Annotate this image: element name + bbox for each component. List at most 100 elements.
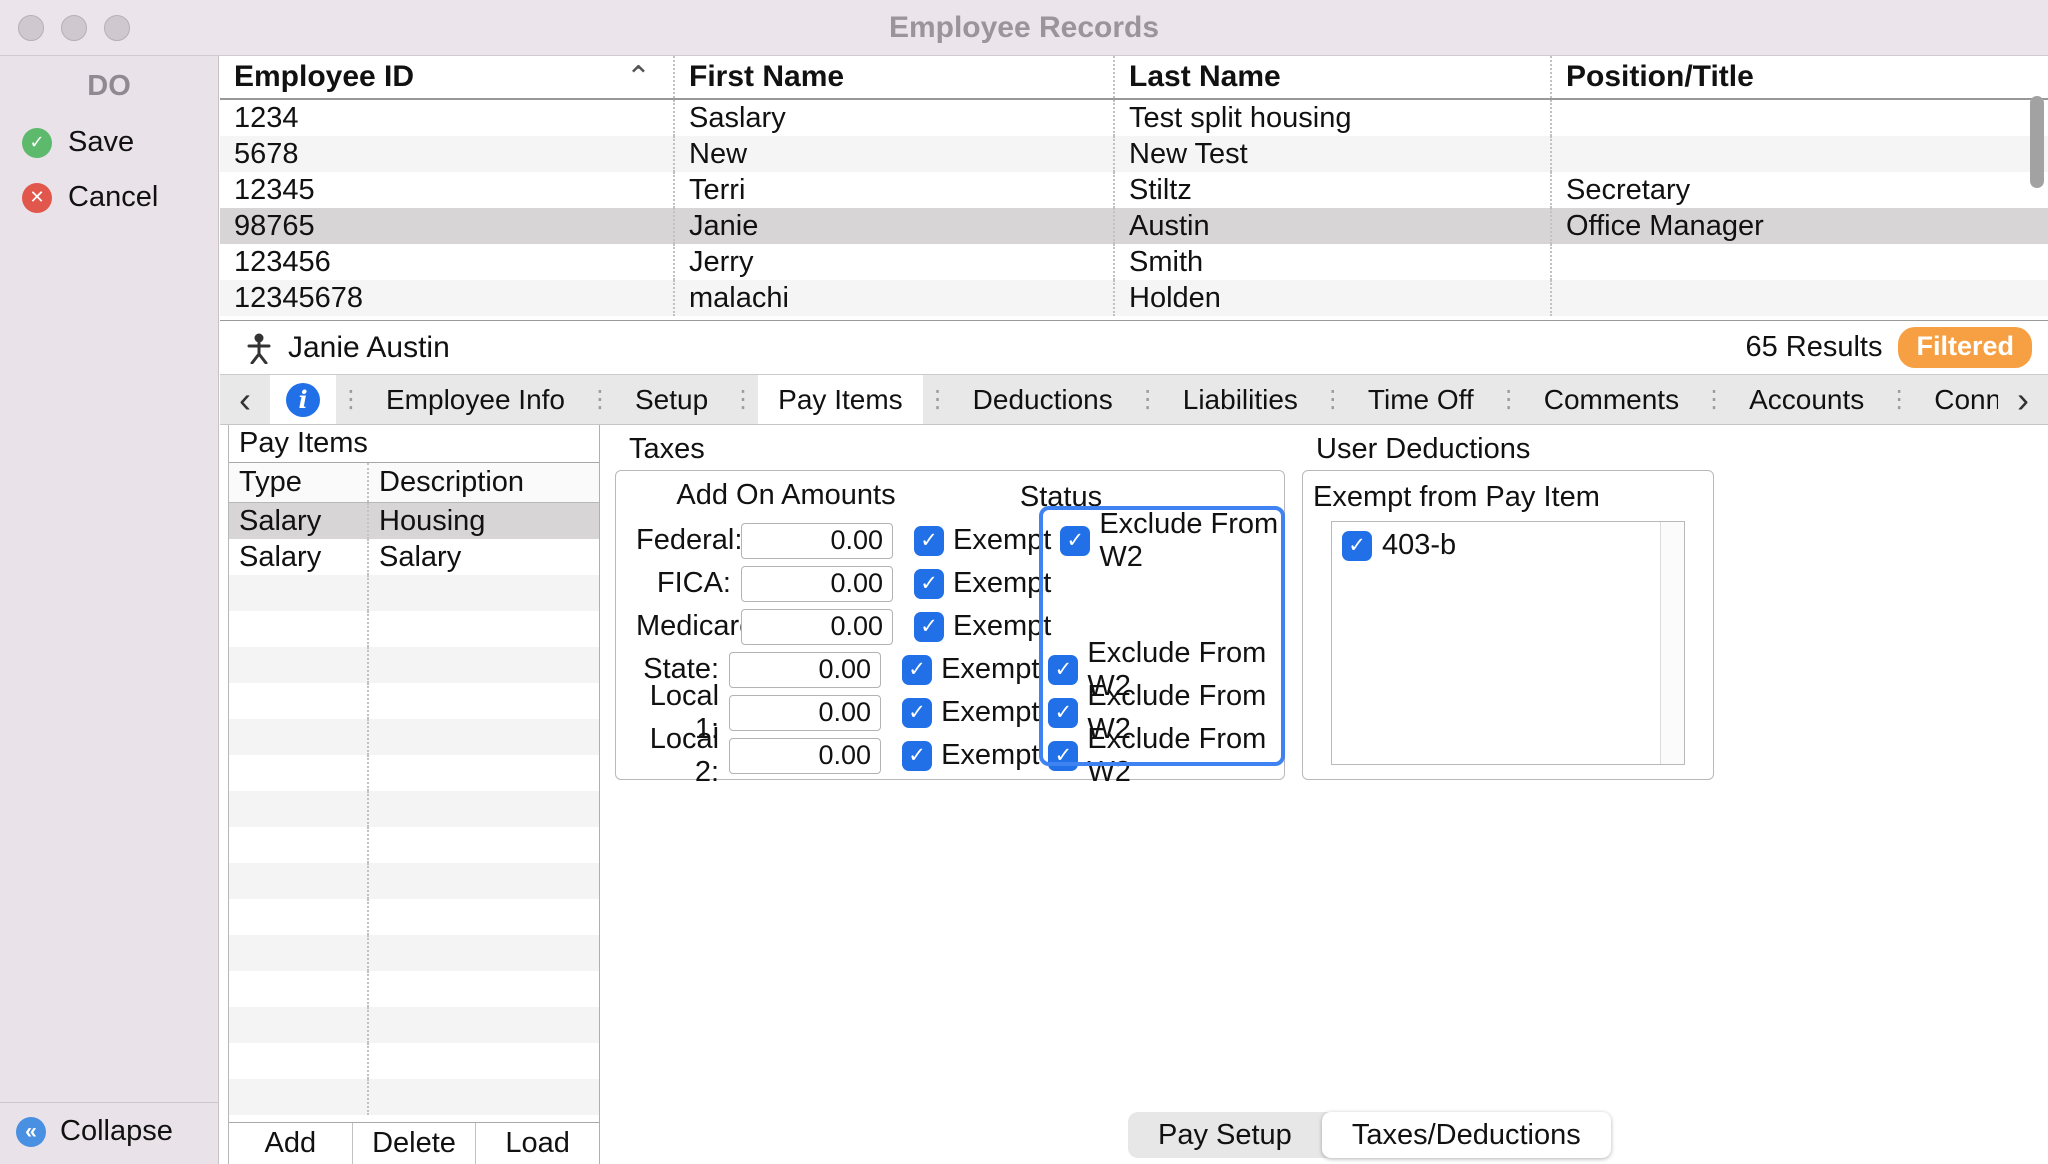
pay-item-empty-row xyxy=(229,971,599,1007)
minimize-button[interactable] xyxy=(61,15,87,41)
exclude-w2-checkbox[interactable]: ✓ Exclude From W2 xyxy=(1048,723,1284,789)
table-row[interactable]: 12345678malachiHolden xyxy=(220,280,2048,316)
tax-amount-input[interactable] xyxy=(729,738,881,774)
cancel-button[interactable]: ✕ Cancel xyxy=(0,170,218,225)
column-header-employee-id[interactable]: Employee ID ⌃ xyxy=(220,56,675,98)
tab-comments[interactable]: Comments xyxy=(1524,375,1699,424)
save-button[interactable]: ✓ Save xyxy=(0,115,218,170)
checkbox-checked-icon[interactable]: ✓ xyxy=(902,655,932,685)
zoom-button[interactable] xyxy=(104,15,130,41)
column-header-first-name[interactable]: First Name xyxy=(675,56,1115,98)
checkbox-checked-icon[interactable]: ✓ xyxy=(1342,531,1372,561)
tab-liabilities[interactable]: Liabilities xyxy=(1163,375,1318,424)
pay-items-header: Type Description xyxy=(229,463,599,503)
table-cell: New xyxy=(675,136,1115,172)
main-area: Employee ID ⌃ First Name Last Name Posit… xyxy=(220,56,2048,1164)
sidebar-header: DO xyxy=(0,56,218,115)
tab-separator-icon: ⋮ xyxy=(1494,385,1524,414)
tax-amount-input[interactable] xyxy=(729,695,881,731)
pay-item-row[interactable]: SalaryHousing xyxy=(229,503,599,539)
table-row[interactable]: 12345TerriStiltzSecretary xyxy=(220,172,2048,208)
exempt-checkbox[interactable]: ✓Exempt xyxy=(914,524,1051,557)
pay-item-type xyxy=(229,755,369,791)
exempt-checkbox[interactable]: ✓Exempt xyxy=(914,567,1059,600)
pay-item-row[interactable]: SalarySalary xyxy=(229,539,599,575)
exclude-w2-checkbox[interactable]: ✓Exclude From W2 xyxy=(1060,508,1284,574)
employee-table-header: Employee ID ⌃ First Name Last Name Posit… xyxy=(220,56,2048,100)
exempt-checkbox[interactable]: ✓Exempt xyxy=(914,610,1059,643)
exclude-w2-label: Exclude From W2 xyxy=(1087,723,1284,789)
table-row[interactable]: 5678NewNew Test xyxy=(220,136,2048,172)
checkbox-checked-icon[interactable]: ✓ xyxy=(914,569,944,599)
tax-amount-input[interactable] xyxy=(729,652,881,688)
tab-pay-items[interactable]: Pay Items xyxy=(758,375,922,424)
checkbox-checked-icon[interactable]: ✓ xyxy=(902,741,932,771)
exempt-checkbox[interactable]: ✓ Exempt xyxy=(902,739,1039,772)
table-cell xyxy=(1552,136,2048,172)
pay-item-type xyxy=(229,863,369,899)
tax-amount-input[interactable] xyxy=(741,523,893,559)
collapse-button[interactable]: « Collapse xyxy=(0,1102,218,1164)
tab-info[interactable]: i xyxy=(270,375,336,424)
pay-item-description xyxy=(369,719,599,755)
tab-separator-icon: ⋮ xyxy=(585,385,615,414)
bottom-tab-bar: Pay SetupTaxes/Deductions xyxy=(1128,1112,1611,1158)
exempt-checkbox[interactable]: ✓Exempt xyxy=(902,696,1039,729)
table-cell: Saslary xyxy=(675,100,1115,136)
add-button[interactable]: Add xyxy=(229,1123,353,1164)
bottom-tab-pay-setup[interactable]: Pay Setup xyxy=(1128,1112,1322,1158)
pay-items-buttons: AddDeleteLoad xyxy=(229,1122,599,1164)
checkbox-checked-icon[interactable]: ✓ xyxy=(1048,741,1078,771)
column-header-type[interactable]: Type xyxy=(229,463,369,502)
tax-amount-input[interactable] xyxy=(741,566,893,602)
exempt-label: Exempt xyxy=(941,739,1039,772)
pay-item-description xyxy=(369,791,599,827)
deduction-list-scrollbar-track[interactable] xyxy=(1660,522,1684,764)
table-row[interactable]: 123456JerrySmith xyxy=(220,244,2048,280)
table-cell: Austin xyxy=(1115,208,1552,244)
tab-accounts[interactable]: Accounts xyxy=(1729,375,1884,424)
table-row[interactable]: 98765JanieAustinOffice Manager xyxy=(220,208,2048,244)
load-button[interactable]: Load xyxy=(476,1123,599,1164)
checkbox-checked-icon[interactable]: ✓ xyxy=(914,612,944,642)
addon-amounts-header: Add On Amounts xyxy=(671,479,901,512)
delete-button[interactable]: Delete xyxy=(353,1123,477,1164)
employee-table: Employee ID ⌃ First Name Last Name Posit… xyxy=(220,56,2048,320)
tab-separator-icon: ⋮ xyxy=(336,385,366,414)
pay-item-type xyxy=(229,683,369,719)
tax-row-label: Medicare: xyxy=(636,610,731,643)
checkbox-checked-icon[interactable]: ✓ xyxy=(1060,526,1090,556)
table-cell xyxy=(1552,244,2048,280)
table-cell: Test split housing xyxy=(1115,100,1552,136)
pay-item-type xyxy=(229,1079,369,1115)
filtered-badge[interactable]: Filtered xyxy=(1898,327,2032,368)
pay-item-empty-row xyxy=(229,791,599,827)
sort-ascending-icon[interactable]: ⌃ xyxy=(626,60,651,95)
bottom-tab-taxes-deductions[interactable]: Taxes/Deductions xyxy=(1322,1112,1611,1158)
table-cell: Stiltz xyxy=(1115,172,1552,208)
tab-time-off[interactable]: Time Off xyxy=(1348,375,1494,424)
table-row[interactable]: 1234SaslaryTest split housing xyxy=(220,100,2048,136)
column-header-position-title[interactable]: Position/Title xyxy=(1552,56,2048,98)
tabs-scroll-left-button[interactable]: ‹ xyxy=(220,375,270,424)
tab-employee-info[interactable]: Employee Info xyxy=(366,375,585,424)
pay-item-empty-row xyxy=(229,827,599,863)
column-header-last-name[interactable]: Last Name xyxy=(1115,56,1552,98)
tax-amount-input[interactable] xyxy=(741,609,893,645)
tab-deductions[interactable]: Deductions xyxy=(953,375,1133,424)
taxes-group: Taxes Add On Amounts Status Federal:✓Exe… xyxy=(615,435,1285,780)
tabs-scroll-right-button[interactable]: › xyxy=(1998,375,2048,424)
user-deductions-group-label: User Deductions xyxy=(1302,435,1714,470)
close-button[interactable] xyxy=(18,15,44,41)
tax-rows: Federal:✓Exempt✓Exclude From W2FICA:✓Exe… xyxy=(616,519,1284,777)
deduction-list-item[interactable]: ✓403-b xyxy=(1332,522,1684,569)
pay-item-description xyxy=(369,683,599,719)
vertical-scrollbar-thumb[interactable] xyxy=(2030,96,2044,188)
tab-setup[interactable]: Setup xyxy=(615,375,728,424)
exempt-checkbox[interactable]: ✓Exempt xyxy=(902,653,1039,686)
checkbox-checked-icon[interactable]: ✓ xyxy=(914,526,944,556)
pay-item-empty-row xyxy=(229,935,599,971)
checkbox-checked-icon[interactable]: ✓ xyxy=(902,698,932,728)
table-cell: 5678 xyxy=(220,136,675,172)
column-header-description[interactable]: Description xyxy=(369,463,599,502)
